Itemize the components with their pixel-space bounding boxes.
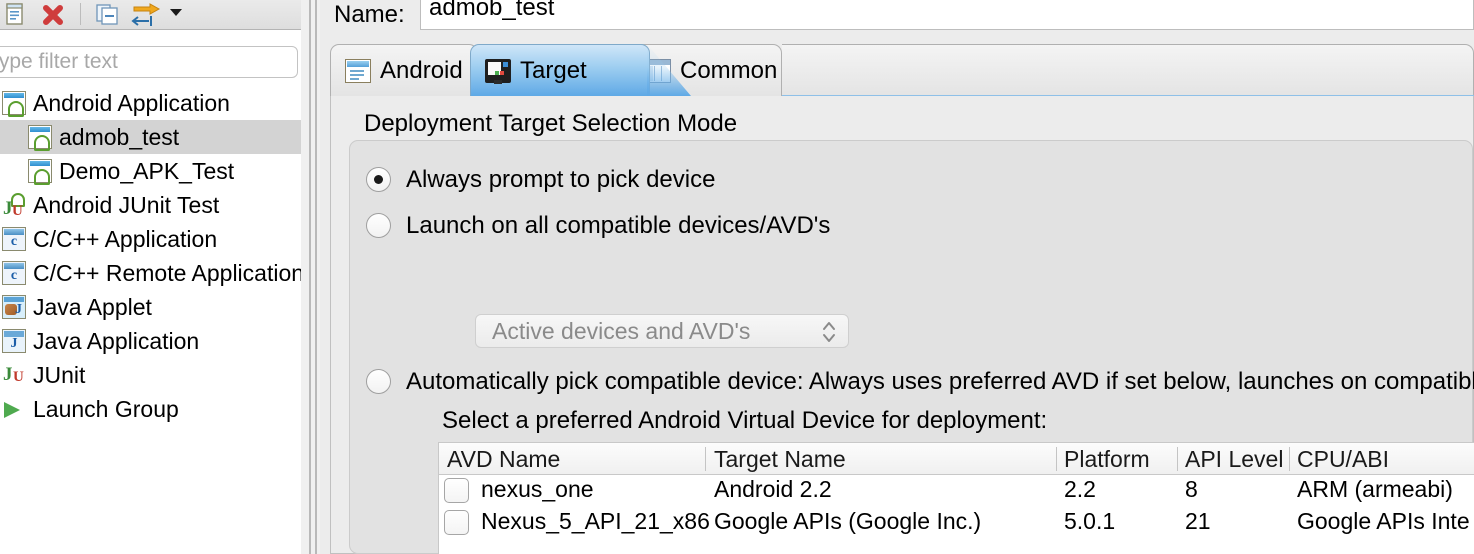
radio-indicator[interactable] [366, 369, 391, 394]
column-header-avd-name[interactable]: AVD Name [447, 446, 560, 473]
cell-target-name: Android 2.2 [714, 476, 832, 502]
tree-item-label: JUnit [33, 361, 86, 388]
column-divider[interactable] [705, 447, 706, 471]
tab-label: Common [680, 56, 778, 84]
cpp-application-icon [2, 227, 26, 251]
radio-indicator[interactable] [366, 213, 391, 238]
java-application-icon [2, 329, 26, 353]
eclipse-run-configurations-window: Android Application admob_test Demo_APK_… [0, 0, 1474, 554]
panel-splitter[interactable] [301, 0, 320, 554]
column-divider[interactable] [1289, 447, 1290, 471]
cell-platform: 2.2 [1064, 476, 1096, 502]
name-row: Name: [320, 0, 1474, 32]
deployment-mode-group: Always prompt to pick device Launch on a… [349, 140, 1474, 554]
android-doc-icon [345, 58, 371, 83]
tree-item-label: C/C++ Application [33, 225, 218, 252]
filter-area [0, 42, 301, 82]
duplicate-icon[interactable] [4, 2, 30, 28]
section-title: Deployment Target Selection Mode [364, 110, 738, 137]
configuration-type-tree[interactable]: Android Application admob_test Demo_APK_… [0, 86, 305, 554]
device-scope-value: Active devices and AVD's [492, 318, 751, 344]
device-scope-select[interactable]: Active devices and AVD's [475, 314, 849, 348]
tree-item-android-junit-test[interactable]: J U Android JUnit Test [0, 188, 301, 222]
tree-item-cpp-remote-application[interactable]: C/C++ Remote Application [0, 256, 305, 290]
avd-table[interactable]: AVD Name Target Name Platform API Level … [438, 442, 1474, 554]
row-checkbox[interactable] [444, 478, 469, 503]
tree-item-cpp-application[interactable]: C/C++ Application [0, 222, 301, 256]
tree-item-android-application[interactable]: Android Application [0, 86, 301, 120]
radio-label: Always prompt to pick device [406, 166, 716, 193]
tree-item-admob-test[interactable]: admob_test [0, 120, 301, 154]
tab-label: Target [520, 56, 587, 84]
tree-item-label: Java Applet [33, 293, 152, 320]
tree-item-junit[interactable]: J U JUnit [0, 358, 301, 392]
column-divider[interactable] [1056, 447, 1057, 471]
cell-cpu-abi: ARM (armeabi) [1297, 476, 1453, 502]
radio-label: Automatically pick compatible device: Al… [406, 368, 1474, 395]
toolbar-separator [80, 3, 81, 25]
column-header-target-name[interactable]: Target Name [714, 446, 846, 473]
radio-indicator[interactable] [366, 167, 391, 192]
android-application-icon [28, 159, 52, 185]
cell-avd-name: nexus_one [481, 476, 594, 502]
radio-always-prompt[interactable]: Always prompt to pick device [366, 165, 715, 195]
delete-icon[interactable] [40, 2, 66, 28]
splitter-line [309, 0, 311, 554]
chevron-down-icon[interactable] [170, 9, 182, 16]
cell-platform: 5.0.1 [1064, 508, 1116, 534]
column-header-platform[interactable]: Platform [1064, 446, 1150, 473]
radio-launch-all-compatible[interactable]: Launch on all compatible devices/AVD's [366, 211, 830, 241]
row-checkbox[interactable] [444, 510, 469, 535]
tab-bar: Android Target Common [330, 44, 1474, 96]
tree-item-java-application[interactable]: Java Application [0, 324, 301, 358]
cell-api-level: 21 [1185, 508, 1211, 534]
tree-item-label: Android JUnit Test [33, 191, 220, 218]
tree-item-label: Demo_APK_Test [59, 157, 235, 184]
name-label: Name: [334, 1, 405, 28]
stepper-arrows-icon [822, 320, 836, 344]
tab-bar-filler [782, 44, 1474, 96]
column-header-cpu-abi[interactable]: CPU/ABI [1297, 446, 1389, 473]
cell-cpu-abi: Google APIs Inte [1297, 508, 1470, 534]
name-input[interactable] [420, 0, 1474, 30]
java-applet-icon [2, 295, 26, 319]
tab-label: Android [380, 56, 463, 84]
tree-item-java-applet[interactable]: Java Applet [0, 290, 301, 324]
android-junit-icon: J U [2, 193, 26, 219]
configuration-detail-panel: Name: Android Target [320, 0, 1474, 554]
radio-auto-pick-compatible[interactable]: Automatically pick compatible device: Al… [366, 367, 1474, 397]
avd-table-header: AVD Name Target Name Platform API Level … [439, 443, 1474, 475]
avd-selection-prompt: Select a preferred Android Virtual Devic… [442, 407, 1048, 434]
table-row[interactable]: nexus_one Android 2.2 2.2 8 ARM (armeabi… [439, 475, 1474, 507]
column-header-api-level[interactable]: API Level [1185, 446, 1283, 473]
filter-icon[interactable] [130, 2, 162, 28]
cell-avd-name: Nexus_5_API_21_x86 [481, 508, 710, 534]
tree-item-demo-apk-test[interactable]: Demo_APK_Test [0, 154, 301, 188]
column-divider[interactable] [1177, 447, 1178, 471]
tree-item-label: Java Application [33, 327, 200, 354]
monitor-icon [485, 58, 511, 84]
cpp-remote-icon [2, 261, 26, 285]
tree-item-label: admob_test [59, 123, 180, 150]
toolbar [0, 0, 301, 30]
junit-icon: J U [3, 364, 24, 385]
collapse-all-icon[interactable] [95, 2, 121, 28]
target-tab-content: Deployment Target Selection Mode Always … [330, 96, 1474, 554]
launch-group-icon [2, 397, 26, 421]
table-row[interactable]: Nexus_5_API_21_x86 Google APIs (Google I… [439, 507, 1474, 539]
search-input[interactable] [0, 46, 298, 78]
tree-item-label: Android Application [33, 89, 230, 116]
tree-item-label: Launch Group [33, 395, 179, 422]
cell-target-name: Google APIs (Google Inc.) [714, 508, 982, 534]
android-application-icon [28, 125, 52, 151]
tab-android[interactable]: Android [330, 44, 478, 96]
android-application-icon [2, 91, 26, 117]
splitter-line [315, 0, 317, 554]
configurations-left-panel: Android Application admob_test Demo_APK_… [0, 0, 305, 554]
cell-api-level: 8 [1185, 476, 1198, 502]
tree-item-launch-group[interactable]: Launch Group [0, 392, 301, 426]
tab-target[interactable]: Target [470, 44, 650, 96]
radio-label: Launch on all compatible devices/AVD's [406, 212, 831, 239]
tree-item-label: C/C++ Remote Application [33, 259, 305, 286]
